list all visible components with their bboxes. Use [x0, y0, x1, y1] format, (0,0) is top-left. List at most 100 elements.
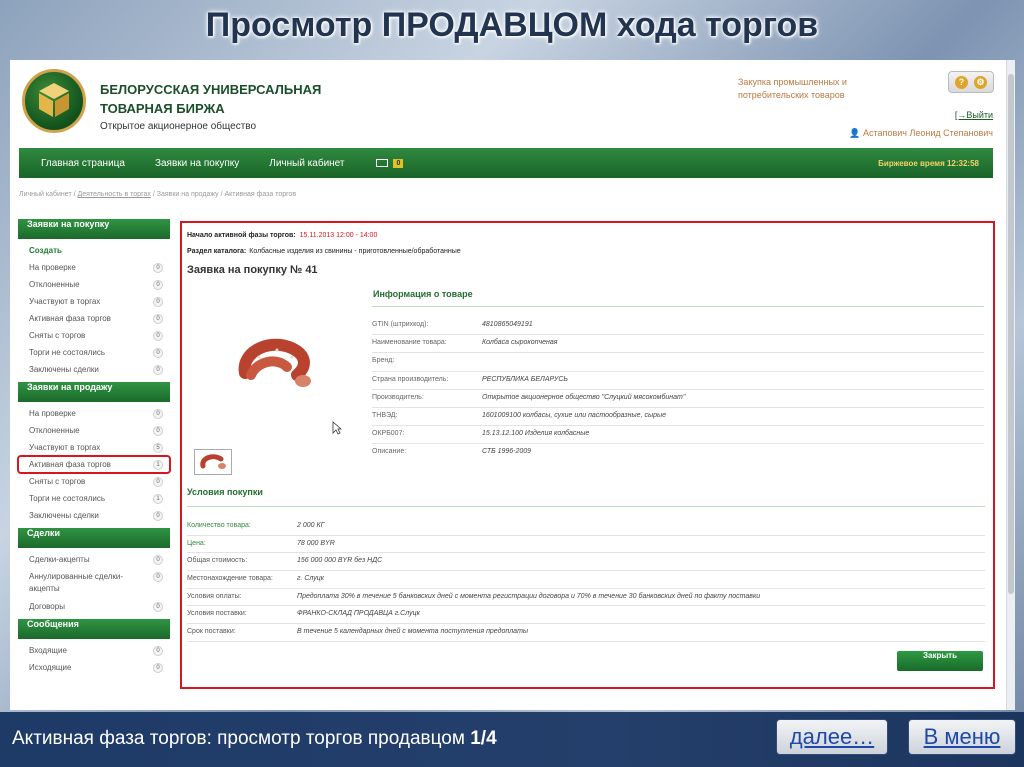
info-label: Производитель: [372, 393, 424, 401]
user-name[interactable]: 👤 Астапович Леонид Степанович [849, 128, 993, 139]
menu-button[interactable]: В меню [908, 719, 1016, 755]
info-value: СТБ 1996-2009 [482, 448, 532, 456]
sidebar-item-label: Сняты с торгов [29, 477, 86, 486]
scrollbar[interactable] [1006, 60, 1015, 710]
info-value: Открытое акционерное общество "Слуцкий м… [482, 393, 686, 401]
sidebar-item-sell-withdrawn[interactable]: Сняты с торгов 0 [18, 473, 170, 490]
sidebar-section-messages[interactable]: Сообщения [18, 619, 170, 639]
condition-value: Предоплата 30% в течение 5 банковских дн… [297, 592, 761, 600]
nav-personal-cabinet[interactable]: Личный кабинет [269, 158, 344, 169]
info-value: Колбаса сырокопченая [482, 339, 558, 347]
info-row: Производитель: Открытое акционерное общес… [372, 390, 984, 408]
header-tools: ? ⚙ [948, 71, 994, 93]
mail-icon[interactable] [376, 159, 389, 167]
sidebar-item-buy-review[interactable]: На проверке 0 [18, 259, 170, 276]
exchange-logo[interactable] [22, 69, 86, 133]
sidebar-item-buy-rejected[interactable]: Отклоненные 0 [18, 276, 170, 293]
caption-text: Активная фаза торгов: просмотр торгов пр… [12, 728, 471, 749]
slide-footer: Активная фаза торгов: просмотр торгов пр… [0, 712, 1024, 767]
count-badge: 0 [153, 426, 163, 436]
close-button[interactable]: Закрыть [897, 651, 983, 671]
count-badge: 0 [153, 348, 163, 358]
gear-icon[interactable]: ⚙ [974, 75, 987, 89]
condition-value: 78 000 BYR [297, 539, 335, 547]
sidebar-item-label: Сняты с торгов [29, 331, 86, 340]
info-value: 1601009100 колбасы, сухие или пастообраз… [482, 411, 667, 419]
sidebar-section-buy[interactable]: Заявки на покупку [18, 219, 170, 239]
breadcrumb: Личный кабинет / Деятельность в торгах /… [19, 191, 296, 198]
condition-row: Цена: 78 000 BYR [187, 536, 985, 554]
mail-count-badge: 0 [393, 158, 404, 168]
sidebar-item-inbox[interactable]: Входящие 0 [18, 642, 170, 659]
sidebar-item-label: Исходящие [29, 663, 72, 672]
info-row: Страна производитель: РЕСПУБЛИКА БЕЛАРУСЬ [372, 372, 984, 390]
purchase-conditions-table: Количество товара: 2 000 КГ Цена: 78 000 B… [187, 518, 985, 642]
slide-title: Просмотр ПРОДАВЦОМ хода торгов [205, 6, 819, 44]
count-badge: 0 [153, 280, 163, 290]
cube-icon [39, 83, 69, 117]
condition-row: Количество товара: 2 000 КГ [187, 518, 985, 536]
nav-purchase-requests[interactable]: Заявки на покупку [155, 158, 239, 169]
sidebar-item-sell-trading[interactable]: Участвуют в торгах 5 [18, 439, 170, 456]
sidebar-item-label: Сделки-акцепты [29, 555, 90, 564]
info-label: Бренд: [372, 357, 395, 365]
info-row: ОКРБ007: 15.13.12.100 Изделия колбасные [372, 426, 984, 445]
scrollbar-thumb[interactable] [1008, 74, 1014, 594]
sidebar-item-sell-failed[interactable]: Торги не состоялись 1 [18, 490, 170, 507]
phase-label: Начало активной фазы торгов: [187, 232, 296, 239]
count-badge: 0 [153, 602, 163, 612]
sidebar-item-label: Входящие [29, 646, 67, 655]
screenshot-window: БЕЛОРУССКАЯ УНИВЕРСАЛЬНАЯ ТОВАРНАЯ БИРЖА… [10, 60, 1015, 710]
sidebar-item-create[interactable]: Создать [18, 242, 170, 259]
product-info-heading: Информация о товаре [372, 289, 984, 307]
sidebar-item-sell-rejected[interactable]: Отклоненные 0 [18, 422, 170, 439]
sidebar-item-label: На проверке [29, 409, 76, 418]
sidebar-item-sell-deals[interactable]: Заключены сделки 0 [18, 507, 170, 524]
sidebar-item-buy-active[interactable]: Активная фаза торгов 0 [18, 310, 170, 327]
info-label: Описание: [372, 448, 407, 456]
info-row: GTIN (штрихкод): 4810865049191 [372, 317, 984, 336]
sidebar-section-deals[interactable]: Сделки [18, 528, 170, 548]
condition-label: Общая стоимость: [187, 557, 248, 565]
count-badge: 5 [153, 443, 163, 453]
logout-link[interactable]: [→Выйти [955, 110, 993, 120]
sidebar-item-label: Отклоненные [29, 280, 80, 289]
product-thumbnail[interactable] [194, 449, 232, 475]
brand-line-2: ТОВАРНАЯ БИРЖА [100, 101, 225, 116]
info-value: 4810865049191 [482, 321, 533, 328]
help-icon[interactable]: ? [955, 75, 968, 89]
sidebar-item-deal-accepts[interactable]: Сделки-акцепты 0 [18, 551, 170, 568]
sidebar-item-label: Активная фаза торгов [29, 314, 111, 323]
sidebar-item-buy-trading[interactable]: Участвуют в торгах 0 [18, 293, 170, 310]
count-badge: 0 [153, 263, 163, 273]
count-badge: 0 [153, 663, 163, 673]
condition-row: Местонахождение товара: г. Слуцк [187, 571, 985, 589]
sidebar-item-contracts[interactable]: Договоры 0 [18, 598, 170, 615]
sidebar-item-label: Договоры [29, 602, 65, 611]
condition-value: 156 000 000 BYR без НДС [297, 557, 383, 565]
product-info-table: GTIN (штрихкод): 4810865049191 Наименован… [372, 317, 984, 463]
sidebar-item-buy-failed[interactable]: Торги не состоялись 0 [18, 344, 170, 361]
exchange-time: Биржевое время 12:32:58 [878, 159, 979, 168]
section-note-line-2: потребительских товаров [738, 90, 845, 100]
sidebar-item-sell-active[interactable]: Активная фаза торгов 1 [17, 455, 171, 474]
sidebar-item-sell-review[interactable]: На проверке 0 [18, 405, 170, 422]
sidebar-item-annulled[interactable]: Аннулированные сделки-акцепты 0 [18, 568, 170, 598]
nav-home[interactable]: Главная страница [41, 158, 125, 169]
sidebar-item-buy-deals[interactable]: Заключены сделки 0 [18, 361, 170, 378]
info-row: Описание: СТБ 1996-2009 [372, 444, 984, 462]
sidebar-section-sell[interactable]: Заявки на продажу [18, 382, 170, 402]
info-label: ОКРБ007: [372, 430, 405, 438]
info-label: GTIN (штрихкод): [372, 321, 429, 328]
breadcrumb-cabinet[interactable]: Личный кабинет / [19, 191, 78, 198]
product-image[interactable] [237, 335, 317, 393]
request-title: Заявка на покупку № 41 [187, 264, 318, 276]
main-navbar: Главная страница Заявки на покупку Личны… [19, 148, 993, 178]
sidebar-item-label: Участвуют в торгах [29, 297, 101, 306]
sidebar-item-outbox[interactable]: Исходящие 0 [18, 659, 170, 676]
mouse-cursor-icon [332, 421, 342, 435]
sidebar-item-buy-withdrawn[interactable]: Сняты с торгов 0 [18, 327, 170, 344]
request-panel: Начало активной фазы торгов: 15.11.2013 1… [180, 221, 995, 689]
breadcrumb-trading[interactable]: Деятельность в торгах [78, 191, 151, 198]
next-button[interactable]: далее… [776, 719, 888, 755]
